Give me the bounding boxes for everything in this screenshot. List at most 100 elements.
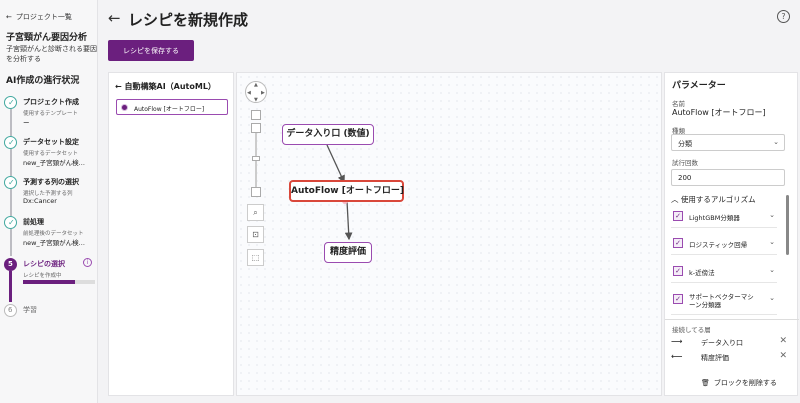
connection-name: 精度評価	[701, 354, 729, 362]
connector-arrow	[326, 144, 345, 184]
type-select[interactable]: 分類 ⌄	[671, 134, 785, 151]
zoom-out-button[interactable]	[251, 187, 261, 197]
step-value: new_子宮頸がん検...	[23, 239, 85, 247]
chevron-down-icon[interactable]: ⌄	[769, 266, 775, 274]
progress-section-title: AI作成の進行状況	[6, 76, 80, 86]
delete-block-button[interactable]: 🗑 ブロックを削除する	[701, 378, 777, 388]
progress-fill	[23, 280, 75, 284]
autoflow-block-item[interactable]: AutoFlow [オートフロー]	[116, 99, 228, 115]
pan-control[interactable]: ▲ ▼ ◀ ▶	[245, 81, 267, 103]
zoom-step-button[interactable]	[251, 123, 261, 133]
step-title: プロジェクト作成	[23, 98, 79, 106]
algorithm-item[interactable]: ✓ k-近傍法 ⌄	[671, 261, 777, 283]
parameter-panel-title: パラメーター	[672, 81, 726, 91]
back-arrow-icon[interactable]: ←	[108, 9, 121, 27]
arrow-right-icon[interactable]: ▶	[261, 90, 265, 96]
step-value: ー	[23, 119, 30, 127]
chevron-down-icon: ⌄	[773, 138, 779, 146]
checkbox-checked-icon[interactable]: ✓	[673, 294, 683, 304]
node-accuracy-eval[interactable]: 精度評価	[324, 242, 372, 263]
algorithm-item[interactable]: ✓ LightGBM分類器 ⌄	[671, 206, 777, 228]
step-subtitle: レシピを作成中	[23, 273, 62, 279]
step-title: レシピの選択	[23, 260, 65, 268]
checkbox-checked-icon[interactable]: ✓	[673, 266, 683, 276]
arrow-left-icon[interactable]: ◀	[247, 90, 251, 96]
algorithm-section-title: 使用するアルゴリズム	[680, 195, 756, 204]
sidebar: ← プロジェクト一覧 子宮頸がん要因分析 子宮頸がんと診断される要因を分析する A…	[0, 0, 98, 403]
algorithm-name: LightGBM分類器	[689, 214, 740, 222]
save-recipe-button[interactable]: レシピを保存する	[108, 40, 194, 61]
fit-view-icon[interactable]: ⊡	[247, 226, 264, 243]
connection-lines	[326, 144, 353, 241]
step-title: データセット設定	[23, 138, 79, 146]
checkbox-checked-icon[interactable]: ✓	[673, 238, 683, 248]
arrow-down-icon[interactable]: ▼	[254, 97, 258, 103]
close-icon[interactable]: ✕	[779, 351, 787, 361]
step-connector	[9, 271, 12, 302]
algorithm-item[interactable]: ✓ ロジスティック回帰 ⌄	[671, 233, 777, 255]
connector-arrow	[344, 200, 353, 241]
zoom-slider-thumb[interactable]	[252, 156, 260, 161]
checkbox-checked-icon[interactable]: ✓	[673, 211, 683, 221]
autoflow-icon	[121, 104, 128, 111]
zoom-in-button[interactable]	[251, 110, 261, 120]
autoflow-item-label: AutoFlow [オートフロー]	[134, 106, 205, 113]
step-subtitle: 使用するテンプレート	[23, 111, 78, 117]
trials-label: 試行回数	[672, 159, 698, 167]
recipe-canvas[interactable]: データ入り口 (数値) AutoFlow [オートフロー] 精度評価 ▲ ▼ ◀…	[236, 72, 662, 396]
check-circle-icon: ✓	[4, 216, 17, 229]
page-title: レシピを新規作成	[128, 11, 249, 29]
chevron-down-icon[interactable]: ⌄	[769, 211, 775, 219]
check-circle-icon: ✓	[4, 176, 17, 189]
divider	[665, 319, 799, 320]
project-description: 子宮頸がんと診断される要因を分析する	[6, 45, 97, 63]
arrow-up-icon[interactable]: ▲	[254, 82, 258, 88]
step-title: 予測する列の選択	[23, 178, 79, 186]
step-subtitle: 選択した予測する列	[23, 191, 73, 197]
node-data-input[interactable]: データ入り口 (数値)	[282, 124, 374, 145]
delete-block-label: ブロックを削除する	[713, 379, 777, 387]
chevron-down-icon[interactable]: ⌄	[769, 238, 775, 246]
node-autoflow[interactable]: AutoFlow [オートフロー]	[289, 180, 404, 202]
step-subtitle: 前処理後のデータセット	[23, 231, 84, 237]
trash-icon: 🗑	[701, 379, 710, 387]
select-area-icon[interactable]: ⬚	[247, 249, 264, 266]
step-title: 前処理	[23, 218, 44, 226]
step-value: new_子宮頸がん検...	[23, 159, 85, 167]
back-link-label: プロジェクト一覧	[15, 13, 72, 21]
zoom-search-icon[interactable]: ⌕	[247, 204, 264, 221]
name-value: AutoFlow [オートフロー]	[672, 108, 766, 117]
arrow-left-icon[interactable]: ←	[115, 82, 125, 91]
step-connector	[10, 229, 12, 256]
parameter-panel: パラメーター 名前 AutoFlow [オートフロー] 種類 分類 ⌄ 試行回数…	[664, 72, 799, 396]
algorithm-name: ロジスティック回帰	[689, 241, 748, 249]
scrollbar[interactable]	[786, 195, 789, 255]
step-connector	[10, 109, 12, 136]
connection-item: ⟶ データ入り口 ✕	[671, 336, 789, 349]
algorithm-section-toggle[interactable]: ︿ 使用するアルゴリズム	[671, 194, 756, 205]
step-connector	[10, 189, 12, 216]
algorithm-item[interactable]: ✓ サポートベクターマシーン分類器 ⌄	[671, 289, 777, 315]
close-icon[interactable]: ✕	[779, 336, 787, 346]
step-connector	[10, 149, 12, 176]
project-title: 子宮頸がん要因分析	[6, 33, 88, 43]
chevron-down-icon[interactable]: ⌄	[769, 294, 775, 302]
trials-input[interactable]: 200	[671, 169, 785, 186]
arrow-left-icon: ⟵	[671, 352, 683, 361]
info-icon[interactable]: i	[83, 258, 92, 267]
help-icon[interactable]: ?	[777, 10, 790, 23]
step-number-badge: 6	[4, 304, 17, 317]
algorithm-name: サポートベクターマシーン分類器	[689, 293, 754, 309]
algorithm-panel: ← 自動構築AI（AutoML） AutoFlow [オートフロー]	[108, 72, 234, 396]
arrow-left-icon: ←	[6, 13, 12, 21]
algorithm-panel-heading[interactable]: ← 自動構築AI（AutoML）	[115, 81, 216, 92]
back-to-projects-link[interactable]: ← プロジェクト一覧	[6, 12, 72, 22]
arrow-right-icon: ⟶	[671, 337, 683, 346]
step-title: 学習	[23, 306, 37, 314]
connection-name: データ入り口	[701, 339, 743, 347]
step-number-badge: 5	[4, 258, 17, 271]
zoom-slider-track[interactable]	[255, 133, 257, 189]
step-value: Dx:Cancer	[23, 197, 57, 205]
recipe-progress-bar	[23, 280, 95, 284]
type-select-value: 分類	[678, 140, 692, 148]
